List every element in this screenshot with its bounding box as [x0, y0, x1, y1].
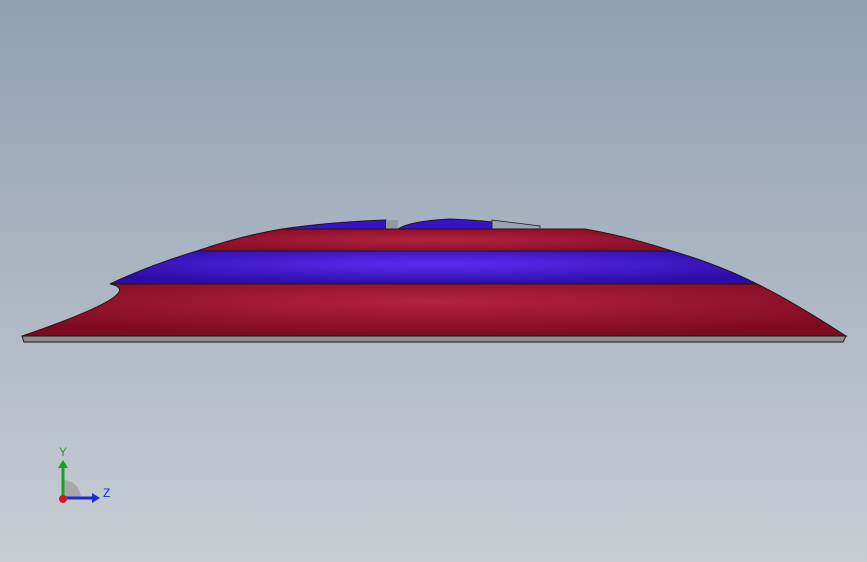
top-gray-notch[interactable] — [386, 220, 398, 229]
orientation-triad[interactable]: Y Z — [48, 440, 118, 510]
middle-blue-band[interactable] — [109, 250, 758, 285]
base-plate[interactable] — [21, 335, 847, 343]
upper-red-band[interactable] — [196, 228, 673, 252]
z-axis-label: Z — [103, 486, 110, 500]
graphics-viewport[interactable]: Y Z — [0, 0, 867, 562]
top-blue-cap-left[interactable] — [281, 219, 387, 230]
top-gray-tab[interactable] — [491, 219, 541, 230]
bottom-red-band[interactable] — [21, 283, 848, 337]
model-view[interactable] — [0, 0, 867, 562]
y-axis-label: Y — [59, 445, 67, 459]
triad-sphere-quadrant — [63, 480, 81, 498]
x-axis-dot — [59, 495, 67, 503]
y-axis-arrow — [58, 460, 68, 468]
z-axis-arrow — [92, 493, 100, 503]
